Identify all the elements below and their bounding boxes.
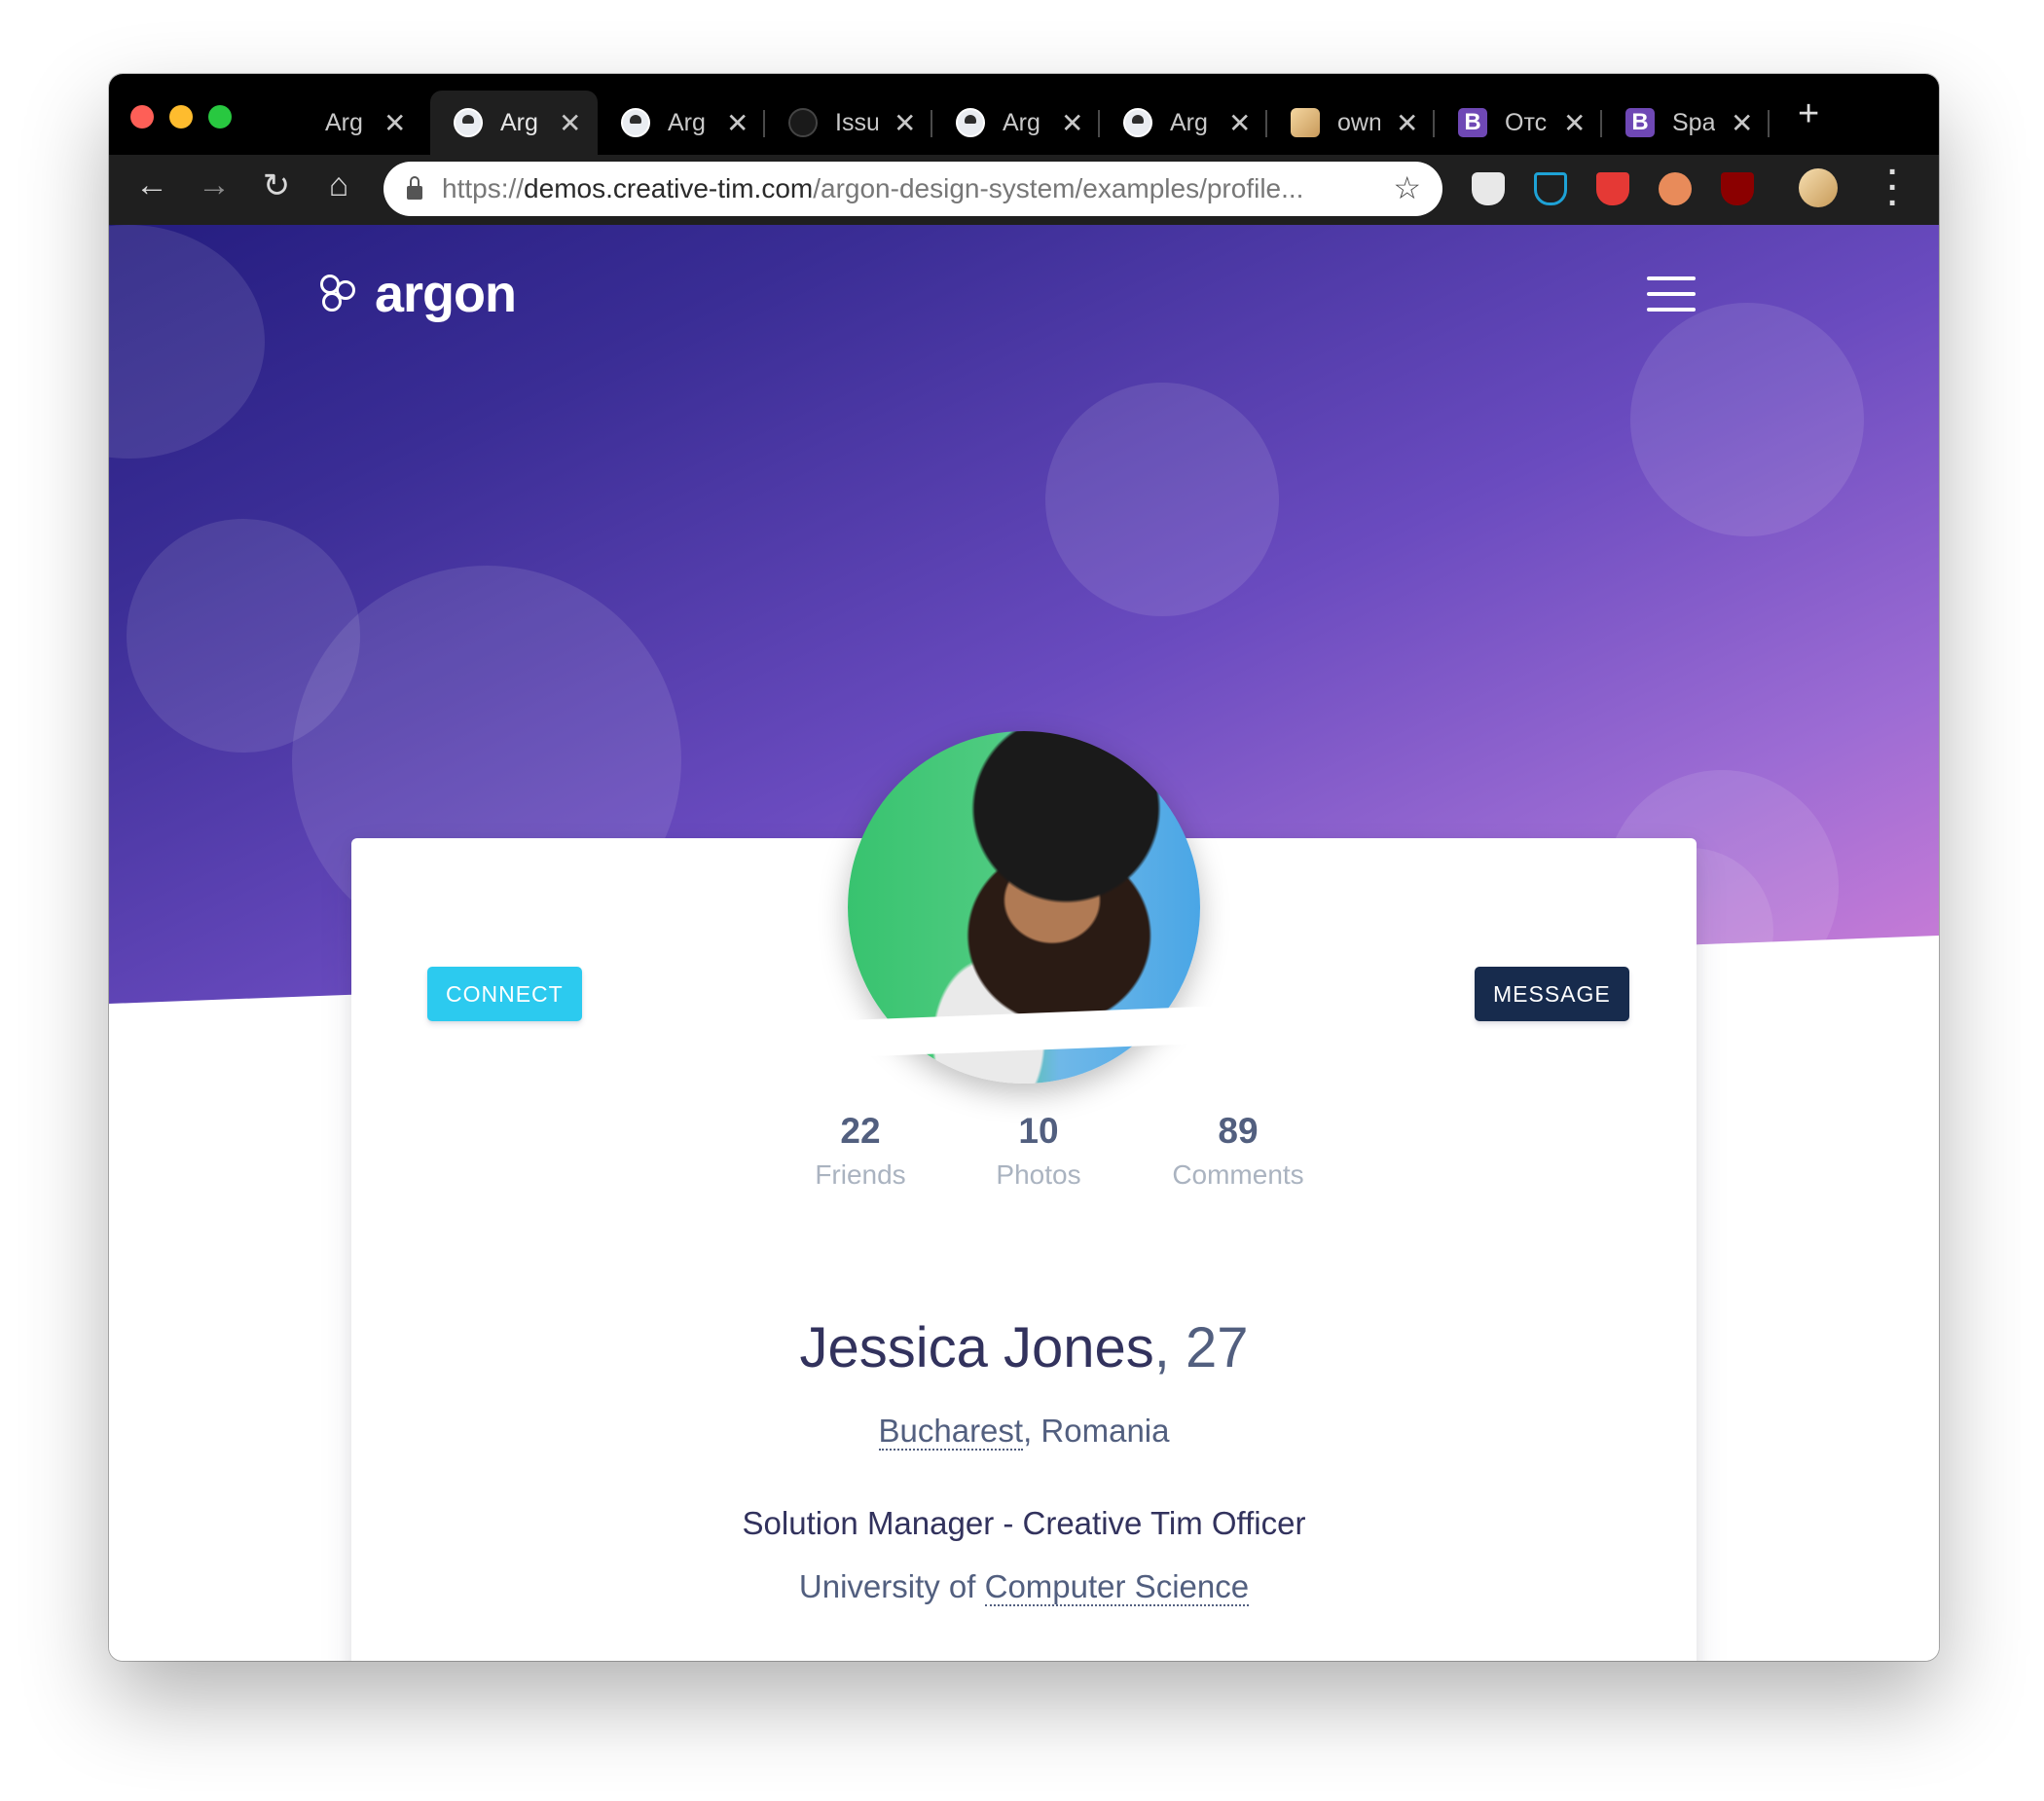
tab-5[interactable]: Arg ✕ <box>932 91 1100 155</box>
brand-logo[interactable]: argon <box>320 264 517 324</box>
argon-favicon-icon <box>621 108 650 137</box>
brand-name: argon <box>375 265 517 323</box>
tab-title: Spa <box>1672 108 1715 136</box>
bookmark-star-icon[interactable]: ☆ <box>1393 169 1421 206</box>
close-tab-icon[interactable]: ✕ <box>1563 107 1586 139</box>
tab-title: own <box>1337 108 1380 136</box>
stat-friends: 22 Friends <box>763 1111 958 1191</box>
close-window-button[interactable] <box>130 105 154 129</box>
github-favicon-icon <box>788 108 818 137</box>
close-tab-icon[interactable]: ✕ <box>1061 107 1083 139</box>
tab-title: Arg <box>325 108 363 136</box>
close-tab-icon[interactable]: ✕ <box>559 107 581 139</box>
address-bar[interactable]: https://demos.creative-tim.com/argon-des… <box>383 162 1442 216</box>
forward-arrow-icon[interactable]: → <box>193 166 236 204</box>
close-tab-icon[interactable]: ✕ <box>1731 107 1753 139</box>
lock-icon <box>407 176 422 200</box>
ublock-extension-icon[interactable] <box>1721 172 1754 205</box>
adblock-extension-icon[interactable] <box>1596 172 1629 205</box>
stat-label: Comments <box>1172 1159 1304 1190</box>
argon-favicon-icon <box>1123 108 1152 137</box>
profile-name: Jessica Jones, 27 <box>109 1315 1939 1380</box>
home-icon[interactable]: ⌂ <box>317 166 360 204</box>
tab-6[interactable]: Arg ✕ <box>1100 91 1267 155</box>
web-page: argon CONNECT MESSAGE 22 Friends 10 Phot… <box>109 225 1939 1661</box>
back-arrow-icon[interactable]: ← <box>130 166 173 204</box>
stat-photos: 10 Photos <box>941 1111 1136 1191</box>
url-scheme: https:// <box>442 173 525 203</box>
close-tab-icon[interactable]: ✕ <box>1396 107 1418 139</box>
tab-3[interactable]: Arg ✕ <box>598 91 765 155</box>
bootstrap-favicon-icon: B <box>1625 108 1655 137</box>
tab-4[interactable]: Issu ✕ <box>765 91 932 155</box>
tab-title: Отс <box>1505 108 1548 136</box>
tab-2-active[interactable]: Arg ✕ <box>430 91 598 155</box>
browser-toolbar: ← → ↻ ⌂ https://demos.creative-tim.com/a… <box>109 155 1939 225</box>
stat-value: 22 <box>840 1111 881 1151</box>
reload-icon[interactable]: ↻ <box>255 166 298 205</box>
pocket-extension-icon[interactable] <box>1472 172 1505 205</box>
avatar-favicon-icon <box>1291 108 1320 137</box>
stat-value: 10 <box>1018 1111 1059 1151</box>
stat-label: Friends <box>815 1159 906 1190</box>
profile-education: University of Computer Science <box>109 1568 1939 1606</box>
tab-title: Arg <box>668 108 706 136</box>
close-tab-icon[interactable]: ✕ <box>894 107 916 139</box>
profile-avatar-icon[interactable] <box>1799 168 1838 207</box>
profile-full-name: Jessica Jones <box>799 1316 1154 1379</box>
bootstrap-favicon-icon: B <box>1458 108 1487 137</box>
tab-title: Arg <box>1003 108 1040 136</box>
stat-label: Photos <box>996 1159 1081 1190</box>
argon-favicon-icon <box>454 108 483 137</box>
zoom-window-button[interactable] <box>208 105 232 129</box>
url-text: https://demos.creative-tim.com/argon-des… <box>442 173 1303 204</box>
browser-window: Arg ✕ Arg ✕ Arg ✕ Issu ✕ Arg ✕ Arg ✕ own… <box>109 74 1939 1661</box>
profile-location: Bucharest, Romania <box>109 1413 1939 1451</box>
connect-button[interactable]: CONNECT <box>427 967 582 1021</box>
new-tab-button[interactable]: + <box>1798 93 1819 135</box>
decor-circle <box>1045 383 1279 616</box>
tab-title: Issu <box>835 108 878 136</box>
url-path: /argon-design-system/examples/profile... <box>813 173 1304 203</box>
shield-extension-icon[interactable] <box>1534 172 1567 205</box>
profile-country: , Romania <box>1023 1413 1170 1449</box>
education-field: Computer Science <box>984 1568 1250 1606</box>
decor-circle <box>1630 303 1864 536</box>
close-tab-icon[interactable]: ✕ <box>383 107 406 139</box>
tab-7[interactable]: own ✕ <box>1267 91 1435 155</box>
url-host: demos.creative-tim.com <box>524 173 814 203</box>
message-button[interactable]: MESSAGE <box>1475 967 1629 1021</box>
stat-value: 89 <box>1218 1111 1259 1151</box>
tab-9[interactable]: B Spa ✕ <box>1602 91 1770 155</box>
more-menu-icon[interactable]: · · · <box>1883 156 1903 220</box>
hamburger-menu-icon[interactable] <box>1647 276 1696 323</box>
tab-8[interactable]: B Отс ✕ <box>1435 91 1602 155</box>
tab-separator <box>1768 110 1770 137</box>
stat-comments: 89 Comments <box>1131 1111 1345 1191</box>
minimize-window-button[interactable] <box>169 105 193 129</box>
education-prefix: University of <box>798 1568 985 1604</box>
profile-city: Bucharest <box>878 1413 1024 1451</box>
close-tab-icon[interactable]: ✕ <box>726 107 748 139</box>
spy-extension-icon[interactable] <box>1659 172 1692 205</box>
argon-favicon-icon <box>956 108 985 137</box>
profile-age: , 27 <box>1153 1316 1249 1379</box>
decor-circle <box>109 225 265 459</box>
tab-strip: Arg ✕ Arg ✕ Arg ✕ Issu ✕ Arg ✕ Arg ✕ own… <box>109 74 1939 155</box>
tab-title: Arg <box>1170 108 1208 136</box>
argon-logo-icon <box>320 275 359 313</box>
tab-title: Arg <box>500 108 538 136</box>
close-tab-icon[interactable]: ✕ <box>1228 107 1251 139</box>
profile-job: Solution Manager - Creative Tim Officer <box>742 1505 1306 1541</box>
